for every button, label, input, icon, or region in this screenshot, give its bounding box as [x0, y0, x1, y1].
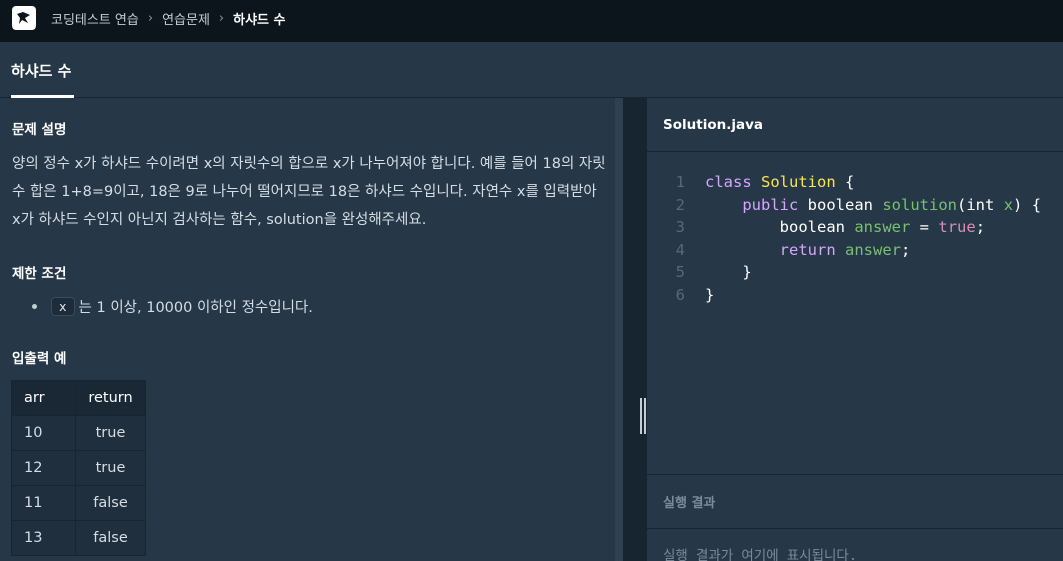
- editor-filename: Solution.java: [647, 98, 1063, 152]
- code-line[interactable]: 5 }: [647, 261, 1063, 284]
- code-editor-panel: Solution.java 1 class Solution { 2 public…: [647, 98, 1063, 561]
- table-row: 13 false: [11, 520, 146, 556]
- table-cell: 13: [11, 520, 76, 556]
- result-output: 실행 결과가 여기에 표시됩니다.: [663, 548, 857, 561]
- code-line[interactable]: 1 class Solution {: [647, 171, 1063, 194]
- bullet-icon: [32, 304, 37, 309]
- tab-problem[interactable]: 하샤드 수: [11, 42, 71, 98]
- io-heading: 입출력 예: [12, 351, 67, 367]
- code-token: =: [919, 218, 930, 237]
- code-token: {: [845, 173, 855, 192]
- table-header-arr: arr: [11, 380, 76, 416]
- line-number: 1: [675, 173, 685, 192]
- code-token: solution: [882, 195, 957, 214]
- line-number: 4: [675, 240, 685, 259]
- line-number: 2: [675, 195, 685, 214]
- table-cell: false: [75, 520, 146, 556]
- programmers-logo-icon[interactable]: [12, 6, 36, 30]
- line-number: 6: [675, 285, 685, 304]
- code-token: int: [966, 195, 995, 214]
- constraint-item: x 는 1 이상, 10000 이하인 정수입니다.: [32, 296, 313, 317]
- chevron-right-icon: ›: [147, 10, 154, 26]
- table-cell: 12: [11, 450, 76, 486]
- table-header-row: arr return: [11, 380, 146, 416]
- table-row: 10 true: [11, 415, 146, 451]
- chevron-right-icon: ›: [218, 10, 225, 26]
- breadcrumb-coding-test[interactable]: 코딩테스트 연습: [51, 9, 139, 28]
- code-token: boolean: [779, 218, 845, 237]
- io-example-table: arr return 10 true 12 true 11 false 13 f…: [11, 380, 146, 556]
- tab-bar: 하샤드 수: [0, 42, 1063, 98]
- code-line[interactable]: 4 return answer;: [647, 239, 1063, 262]
- code-token: public: [742, 195, 799, 214]
- table-cell: true: [75, 450, 146, 486]
- table-cell: 11: [11, 485, 76, 521]
- code-token: }: [742, 263, 752, 282]
- constraints-heading: 제한 조건: [12, 266, 67, 282]
- description-paragraph: 양의 정수 x가 하샤드 수이려면 x의 자릿수의 합으로 x가 나누어져야 합…: [12, 156, 606, 228]
- code-line[interactable]: 2 public boolean solution(int x) {: [647, 194, 1063, 217]
- code-token: answer: [854, 218, 911, 237]
- table-row: 11 false: [11, 485, 146, 521]
- table-row: 12 true: [11, 450, 146, 486]
- result-heading: 실행 결과: [647, 474, 1063, 529]
- table-cell: false: [75, 485, 146, 521]
- code-token: }: [705, 285, 715, 304]
- code-token: ) {: [1013, 195, 1042, 214]
- code-token: x: [1003, 195, 1014, 214]
- constraint-text: 는 1 이상, 10000 이하인 정수입니다.: [78, 300, 313, 316]
- table-header-return: return: [75, 380, 146, 416]
- code-line[interactable]: 6}: [647, 284, 1063, 307]
- code-token: true: [938, 218, 976, 237]
- constraint-code: x: [51, 297, 75, 316]
- line-number: 5: [675, 263, 685, 282]
- problem-description-panel: 문제 설명 양의 정수 x가 하샤드 수이려면 x의 자릿수의 합으로 x가 나…: [0, 98, 615, 561]
- code-token: Solution: [761, 173, 836, 192]
- code-editor[interactable]: 1 class Solution { 2 public boolean solut…: [647, 171, 1063, 472]
- code-token: class: [705, 173, 752, 192]
- table-cell: 10: [11, 415, 76, 451]
- description-heading: 문제 설명: [12, 122, 67, 138]
- breadcrumb-practice[interactable]: 연습문제: [162, 9, 210, 28]
- code-token: answer: [845, 240, 901, 259]
- code-token: (: [957, 195, 967, 214]
- code-token: ;: [901, 240, 911, 259]
- panel-resizer[interactable]: [615, 98, 649, 561]
- table-cell: true: [75, 415, 146, 451]
- code-token: return: [779, 240, 836, 259]
- breadcrumb-current: 하샤드 수: [233, 12, 286, 28]
- line-number: 3: [675, 218, 685, 237]
- code-token: boolean: [807, 195, 873, 214]
- top-navigation: 코딩테스트 연습 › 연습문제 › 하샤드 수: [0, 0, 1063, 42]
- code-line[interactable]: 3 boolean answer = true;: [647, 216, 1063, 239]
- code-token: ;: [975, 218, 986, 237]
- breadcrumb: 코딩테스트 연습 › 연습문제 › 하샤드 수: [51, 0, 285, 36]
